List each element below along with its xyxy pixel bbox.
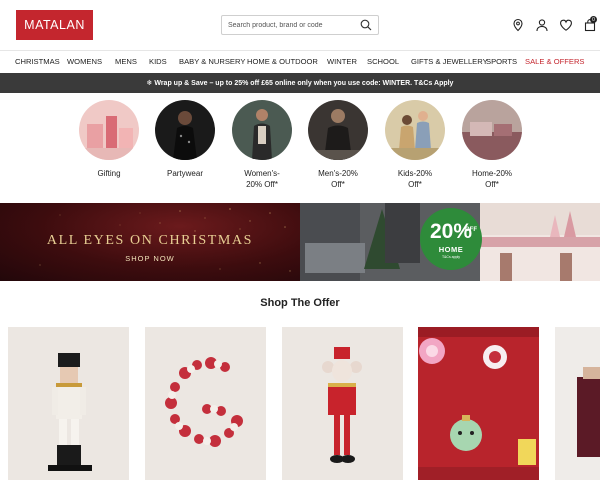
nav-item-school[interactable]: SCHOOL bbox=[367, 57, 399, 66]
heart-icon[interactable] bbox=[559, 18, 573, 32]
christmas-banner[interactable]: ALL EYES ON CHRISTMAS SHOP NOW bbox=[0, 203, 300, 281]
category-mens[interactable]: Men's-20% Off* bbox=[307, 100, 369, 190]
nav-item-mens[interactable]: MENS bbox=[115, 57, 137, 66]
nav-item-winter[interactable]: WINTER bbox=[327, 57, 357, 66]
badge-label: HOME bbox=[438, 245, 464, 254]
mouse-soldier-image bbox=[282, 327, 403, 480]
category-image bbox=[308, 100, 368, 160]
promo-text: ❄ Wrap up & Save – up to 25% off £65 onl… bbox=[146, 80, 454, 87]
category-home[interactable]: Home-20% Off* bbox=[461, 100, 523, 190]
bag-count-badge: 0 bbox=[590, 16, 597, 23]
category-label-line2: Off* bbox=[408, 179, 422, 189]
category-partywear[interactable]: Partywear bbox=[154, 100, 216, 180]
nav-item-gifts-jewellery[interactable]: GIFTS & JEWELLERY bbox=[411, 57, 488, 66]
nav-item-womens[interactable]: WOMENS bbox=[67, 57, 102, 66]
nutcracker-image bbox=[8, 327, 129, 480]
category-label: Home-20% bbox=[471, 169, 512, 178]
nav-item-sale-offers[interactable]: SALE & OFFERS bbox=[525, 57, 585, 66]
home-offer-badge[interactable]: 20% OFF HOME T&Cs apply bbox=[420, 208, 482, 270]
product-tile-baubles[interactable] bbox=[145, 327, 266, 480]
badge-tcs: T&Cs apply bbox=[441, 255, 461, 259]
category-label-line2: 20% Off* bbox=[246, 179, 278, 189]
category-label: Men's-20% bbox=[318, 169, 358, 178]
main-nav: CHRISTMAS WOMENS MENS KIDS BABY & NURSER… bbox=[0, 50, 600, 72]
search-input[interactable] bbox=[228, 21, 356, 29]
product-tile-partial[interactable] bbox=[555, 327, 600, 480]
user-icon[interactable] bbox=[535, 18, 549, 32]
promo-banner[interactable]: ❄ Wrap up & Save – up to 25% off £65 onl… bbox=[0, 73, 600, 93]
product-tile-christmas-jumper[interactable] bbox=[418, 327, 539, 480]
nav-item-kids[interactable]: KIDS bbox=[149, 57, 167, 66]
nav-item-baby-nursery[interactable]: BABY & NURSERY bbox=[179, 57, 245, 66]
category-label-line2: Off* bbox=[485, 179, 499, 189]
banner-title: ALL EYES ON CHRISTMAS bbox=[46, 233, 254, 248]
bauble-garland-image bbox=[145, 327, 266, 480]
shop-the-offer-title: Shop The Offer bbox=[260, 297, 340, 309]
nav-item-home-outdoor[interactable]: HOME & OUTDOOR bbox=[247, 57, 318, 66]
product-tile-nutcracker[interactable] bbox=[8, 327, 129, 480]
location-pin-icon[interactable] bbox=[511, 18, 525, 32]
badge-off: OFF bbox=[465, 227, 477, 233]
category-image bbox=[385, 100, 445, 160]
category-label-line2: Off* bbox=[331, 179, 345, 189]
category-image bbox=[155, 100, 215, 160]
category-image bbox=[79, 100, 139, 160]
category-womens[interactable]: Women's- 20% Off* bbox=[231, 100, 293, 190]
category-gifting[interactable]: Gifting bbox=[78, 100, 140, 180]
product-image bbox=[555, 327, 600, 480]
nav-item-christmas[interactable]: CHRISTMAS bbox=[15, 57, 60, 66]
category-label: Gifting bbox=[97, 169, 121, 178]
category-image bbox=[462, 100, 522, 160]
christmas-jumper-image bbox=[418, 327, 539, 480]
matalan-logo[interactable]: MATALAN bbox=[16, 10, 93, 40]
search-bar[interactable] bbox=[221, 15, 379, 35]
site-header: MATALAN 0 bbox=[0, 0, 600, 50]
shop-now-link[interactable]: SHOP NOW bbox=[0, 254, 300, 263]
nav-item-sports[interactable]: SPORTS bbox=[486, 57, 517, 66]
category-label: Women's- bbox=[244, 169, 280, 178]
category-image bbox=[232, 100, 292, 160]
category-label: Kids-20% bbox=[397, 169, 433, 178]
category-label: Partywear bbox=[166, 169, 203, 178]
search-icon[interactable] bbox=[360, 19, 372, 31]
category-kids[interactable]: Kids-20% Off* bbox=[384, 100, 446, 190]
product-tile-mouse-soldier[interactable] bbox=[282, 327, 403, 480]
